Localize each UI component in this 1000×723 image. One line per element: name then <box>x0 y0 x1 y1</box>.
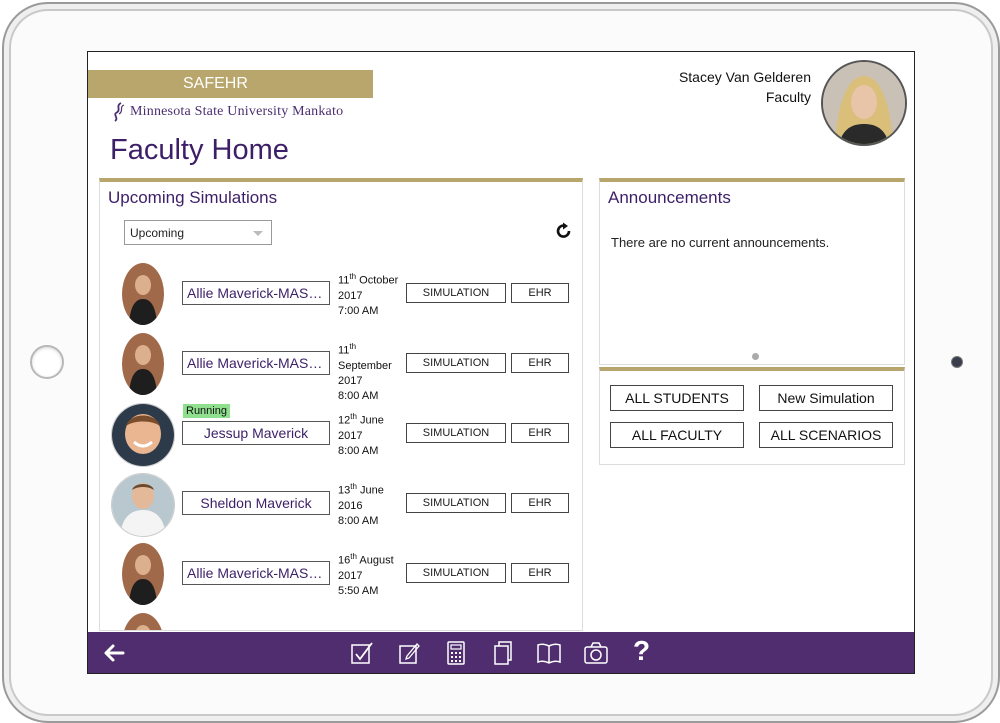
all-faculty-button[interactable]: ALL FACULTY <box>610 422 744 448</box>
notes-icon[interactable] <box>397 641 421 665</box>
simulation-filter-select[interactable]: Upcoming <box>124 220 272 245</box>
patient-avatar <box>122 613 164 630</box>
simulation-button[interactable]: SIMULATION <box>406 283 506 303</box>
announcements-panel: Announcements There are no current annou… <box>599 178 905 365</box>
calculator-icon[interactable] <box>444 641 468 665</box>
patient-name-button[interactable]: Sheldon Maverick <box>182 491 330 515</box>
checklist-icon[interactable] <box>350 641 374 665</box>
ehr-button[interactable]: EHR <box>511 353 569 373</box>
chevron-down-icon <box>253 231 263 236</box>
pager-dot[interactable] <box>752 353 759 360</box>
ehr-button[interactable]: EHR <box>511 423 569 443</box>
university-mark-icon <box>114 102 125 122</box>
patient-name-button[interactable]: Allie Maverick-MASTER <box>182 351 330 375</box>
simulation-row: Allie Maverick-MASTER 11th September 201… <box>100 333 582 403</box>
ehr-button[interactable]: EHR <box>511 493 569 513</box>
filter-selected-value: Upcoming <box>130 226 185 240</box>
simulation-date: 11th September 2017 8:00 AM <box>338 342 392 402</box>
patient-avatar <box>122 543 164 605</box>
documents-icon[interactable] <box>491 641 515 665</box>
refresh-icon[interactable] <box>555 222 573 240</box>
simulation-row: Allie Maverick-MASTER 11th October 2017 7… <box>100 263 582 333</box>
simulation-row: Sheldon Maverick 13th June 2016 8:00 AM S… <box>100 473 582 543</box>
new-simulation-button[interactable]: New Simulation <box>759 385 893 411</box>
home-button[interactable] <box>30 345 64 379</box>
patient-avatar <box>111 403 175 467</box>
patient-name-button[interactable]: Allie Maverick-MASTER <box>182 281 330 305</box>
app-name: SAFEHR <box>183 75 248 92</box>
announcements-title: Announcements <box>608 188 731 207</box>
front-camera <box>951 356 963 368</box>
user-role: Faculty <box>765 89 811 105</box>
ehr-button[interactable]: EHR <box>511 283 569 303</box>
simulation-row-partial <box>100 613 582 630</box>
simulation-date: 12th June 2017 8:00 AM <box>338 412 384 457</box>
simulation-button[interactable]: SIMULATION <box>406 563 506 583</box>
ehr-button[interactable]: EHR <box>511 563 569 583</box>
simulation-row: Running Jessup Maverick 12th June 2017 8:… <box>100 403 582 473</box>
actions-panel: ALL STUDENTS New Simulation ALL FACULTY … <box>599 367 905 465</box>
help-icon[interactable]: ? <box>633 635 650 667</box>
patient-name-button[interactable]: Allie Maverick-MASTER <box>182 561 330 585</box>
upcoming-simulations-title: Upcoming Simulations <box>108 188 278 207</box>
user-name: Stacey Van Gelderen <box>678 69 811 85</box>
app-screen: SAFEHR Minnesota State University Mankat… <box>87 51 915 674</box>
simulation-date: 11th October 2017 7:00 AM <box>338 272 399 317</box>
patient-avatar <box>111 473 175 537</box>
upcoming-simulations-panel: Upcoming Simulations Upcoming Allie Mave… <box>99 178 583 631</box>
all-scenarios-button[interactable]: ALL SCENARIOS <box>759 422 893 448</box>
patient-avatar <box>122 263 164 325</box>
simulation-button[interactable]: SIMULATION <box>406 353 506 373</box>
app-brand-bar: SAFEHR <box>88 70 373 98</box>
back-arrow-icon[interactable] <box>102 641 126 665</box>
user-avatar[interactable] <box>821 60 907 146</box>
patient-avatar <box>122 333 164 395</box>
camera-icon[interactable] <box>584 641 608 665</box>
simulation-row: Allie Maverick-MASTER 16th August 2017 5:… <box>100 543 582 613</box>
university-name: Minnesota State University Mankato <box>130 104 344 119</box>
simulation-date: 16th August 2017 5:50 AM <box>338 552 394 597</box>
patient-name-button[interactable]: Jessup Maverick <box>182 421 330 445</box>
announcements-text: There are no current announcements. <box>611 235 830 250</box>
simulation-button[interactable]: SIMULATION <box>406 493 506 513</box>
bottom-toolbar: ? <box>88 632 914 673</box>
simulation-date: 13th June 2016 8:00 AM <box>338 482 384 527</box>
page-title: Faculty Home <box>110 134 289 166</box>
university-logo: Minnesota State University Mankato <box>112 102 343 122</box>
all-students-button[interactable]: ALL STUDENTS <box>610 385 744 411</box>
running-badge: Running <box>183 404 230 418</box>
book-icon[interactable] <box>537 641 561 665</box>
simulation-button[interactable]: SIMULATION <box>406 423 506 443</box>
